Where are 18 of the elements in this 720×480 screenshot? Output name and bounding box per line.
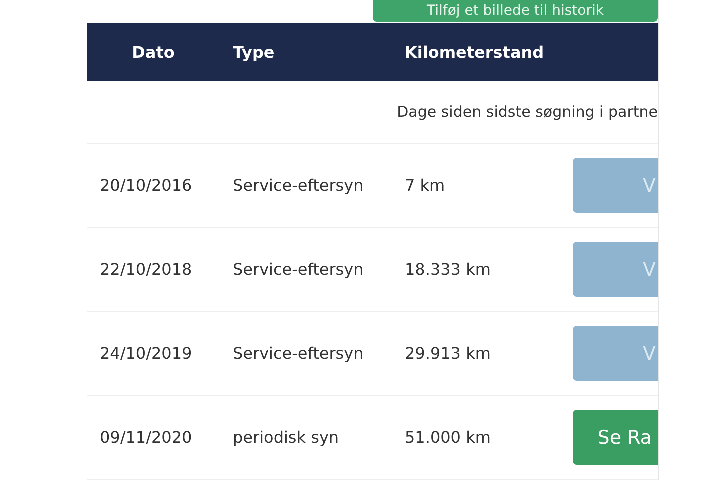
table-cell-text: 20/10/2016 [99, 176, 194, 195]
column-header: Type [232, 42, 275, 62]
table-cell-text: 18.333 km [404, 260, 492, 279]
table-cell-text: Service-eftersyn [232, 260, 365, 279]
column-header: Kilometerstand [404, 42, 544, 62]
action-button[interactable]: Se Ra [573, 410, 658, 465]
add-to-history-button[interactable]: Tilføj et billede til historik [373, 0, 658, 22]
info-text: Dage siden sidste søgning i partne [397, 103, 658, 121]
table-cell-text: 29.913 km [404, 344, 492, 363]
table-cell-text: Service-eftersyn [232, 176, 365, 195]
table-cell-text: 7 km [404, 176, 446, 195]
table-cell-text: Service-eftersyn [232, 344, 365, 363]
table-cell-text: periodisk syn [232, 428, 340, 447]
table-cell-text: 24/10/2019 [99, 344, 194, 363]
table-cell-text: 51.000 km [404, 428, 492, 447]
table-cell-text: 09/11/2020 [99, 428, 194, 447]
table-cell-text: 22/10/2018 [99, 260, 194, 279]
column-header: Dato [132, 42, 175, 62]
